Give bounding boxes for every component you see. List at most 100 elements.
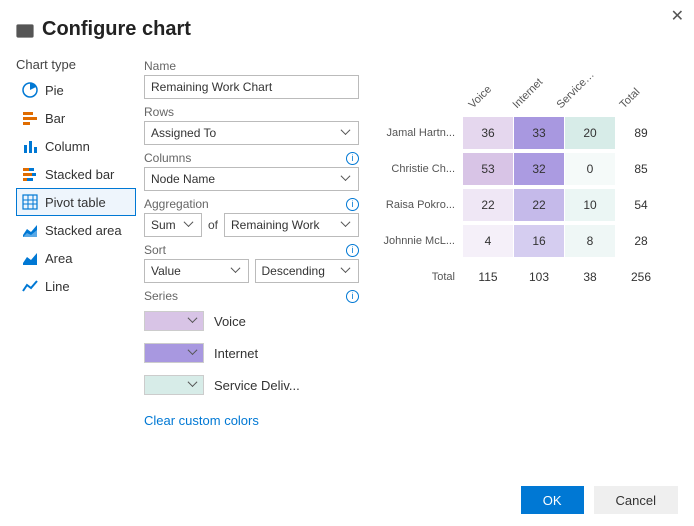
info-icon[interactable]: i (346, 290, 359, 303)
chevron-down-icon (342, 174, 352, 184)
sort-label: Sort (144, 243, 166, 257)
aggregation-of-label: of (208, 218, 218, 232)
aggregation-field-select[interactable]: Remaining Work (224, 213, 359, 237)
chart-type-label: Stacked bar (45, 167, 114, 182)
info-icon[interactable]: i (346, 198, 359, 211)
ok-button[interactable]: OK (521, 486, 584, 514)
series-label: Service Deliv... (214, 378, 300, 393)
chart-type-heading: Chart type (16, 57, 136, 72)
chevron-down-icon (232, 266, 242, 276)
pivot-cell: 33 (514, 117, 564, 149)
chevron-down-icon (342, 266, 352, 276)
pivot-cell: 38 (565, 261, 615, 293)
rows-label: Rows (144, 105, 174, 119)
chart-type-label: Area (45, 251, 72, 266)
chart-config-icon (16, 22, 34, 38)
pivot-row-label: Johnnie McL... (373, 235, 463, 247)
chart-type-label: Pie (45, 83, 64, 98)
series-row: Voice (144, 307, 359, 335)
pivot-column-headers: VoiceInternetService Del...Total (373, 77, 678, 115)
series-row: Internet (144, 339, 359, 367)
pivot-column-header: Internet (513, 77, 563, 115)
chart-type-icon (21, 137, 39, 155)
series-label: Voice (214, 314, 246, 329)
pivot-cell: 22 (514, 189, 564, 221)
name-label: Name (144, 59, 176, 73)
chart-type-panel: Chart type Pie Bar Column Stacked bar Pivot … (16, 53, 136, 428)
pivot-cell: 85 (616, 153, 666, 185)
pivot-column-header: Total (613, 77, 663, 115)
chart-type-label: Pivot table (45, 195, 106, 210)
aggregation-fn-select[interactable]: Sum (144, 213, 202, 237)
series-label: Internet (214, 346, 258, 361)
pivot-cell: 20 (565, 117, 615, 149)
chevron-down-icon (342, 128, 352, 138)
pivot-row: Johnnie McL...416828 (373, 223, 678, 259)
chevron-down-icon (189, 380, 199, 390)
series-label: Series (144, 289, 178, 303)
dialog-header: Configure chart (0, 0, 694, 49)
pivot-total-row: Total11510338256 (373, 259, 678, 295)
dialog-footer: OK Cancel (521, 486, 678, 514)
chart-type-icon (21, 109, 39, 127)
series-color-picker[interactable] (144, 343, 204, 363)
pivot-column-header: Service Del... (563, 77, 613, 115)
chevron-down-icon (342, 220, 352, 230)
cancel-button[interactable]: Cancel (594, 486, 678, 514)
pivot-cell: 32 (514, 153, 564, 185)
columns-select[interactable]: Node Name (144, 167, 359, 191)
pivot-cell: 103 (514, 261, 564, 293)
chart-type-icon (21, 193, 39, 211)
chart-type-item-line[interactable]: Line (16, 272, 136, 300)
close-button[interactable]: ✕ (671, 6, 684, 26)
chart-type-item-pivot-table[interactable]: Pivot table (16, 188, 136, 216)
info-icon[interactable]: i (346, 152, 359, 165)
series-row: Service Deliv... (144, 371, 359, 399)
pivot-cell: 54 (616, 189, 666, 221)
chevron-down-icon (189, 348, 199, 358)
series-color-picker[interactable] (144, 311, 204, 331)
pivot-row-label: Jamal Hartn... (373, 127, 463, 139)
chart-type-item-pie[interactable]: Pie (16, 76, 136, 104)
pivot-cell: 115 (463, 261, 513, 293)
pivot-cell: 16 (514, 225, 564, 257)
pivot-cell: 256 (616, 261, 666, 293)
pivot-cell: 10 (565, 189, 615, 221)
chart-preview: VoiceInternetService Del...TotalJamal Ha… (373, 53, 678, 428)
pivot-cell: 36 (463, 117, 513, 149)
chart-form: Name Remaining Work Chart Rows Assigned … (144, 53, 359, 428)
sort-direction-select[interactable]: Descending (255, 259, 360, 283)
chevron-down-icon (185, 220, 195, 230)
chart-type-icon (21, 277, 39, 295)
aggregation-label: Aggregation (144, 197, 209, 211)
chart-type-item-column[interactable]: Column (16, 132, 136, 160)
chart-type-label: Column (45, 139, 90, 154)
dialog-title: Configure chart (42, 18, 191, 41)
pivot-column-header: Voice (463, 77, 513, 115)
sort-by-select[interactable]: Value (144, 259, 249, 283)
rows-select[interactable]: Assigned To (144, 121, 359, 145)
chart-type-label: Line (45, 279, 70, 294)
pivot-cell: 53 (463, 153, 513, 185)
pivot-cell: 4 (463, 225, 513, 257)
pivot-cell: 8 (565, 225, 615, 257)
pivot-row-label: Christie Ch... (373, 163, 463, 175)
columns-label: Columns (144, 151, 191, 165)
chart-type-icon (21, 221, 39, 239)
series-color-picker[interactable] (144, 375, 204, 395)
chart-type-item-area[interactable]: Area (16, 244, 136, 272)
chart-type-item-stacked-area[interactable]: Stacked area (16, 216, 136, 244)
clear-custom-colors-link[interactable]: Clear custom colors (144, 413, 359, 428)
pivot-row-label: Total (373, 271, 463, 283)
info-icon[interactable]: i (346, 244, 359, 257)
pivot-row: Christie Ch...5332085 (373, 151, 678, 187)
pivot-cell: 28 (616, 225, 666, 257)
chart-type-icon (21, 165, 39, 183)
name-input[interactable]: Remaining Work Chart (144, 75, 359, 99)
pivot-row: Jamal Hartn...36332089 (373, 115, 678, 151)
chart-type-item-bar[interactable]: Bar (16, 104, 136, 132)
chart-type-item-stacked-bar[interactable]: Stacked bar (16, 160, 136, 188)
chart-type-icon (21, 81, 39, 99)
chevron-down-icon (189, 316, 199, 326)
chart-type-label: Bar (45, 111, 65, 126)
